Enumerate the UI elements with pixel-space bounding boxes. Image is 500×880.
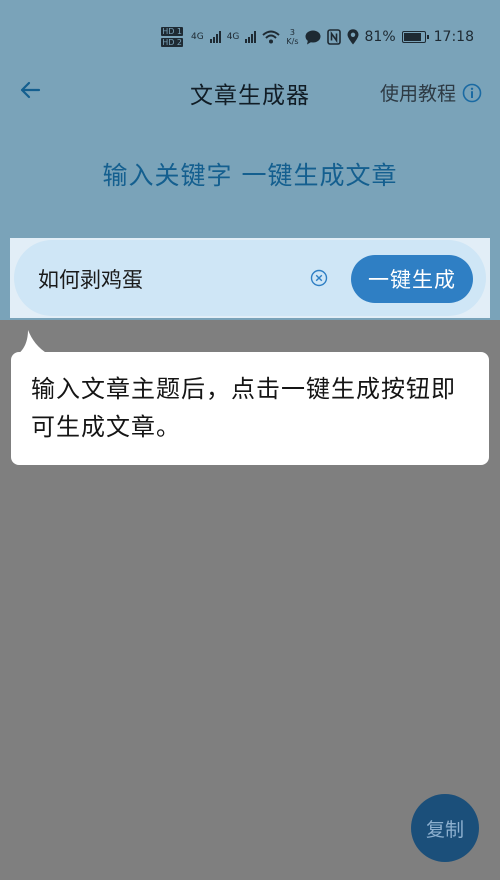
tutorial-link[interactable]: 使用教程 [380, 79, 482, 106]
info-icon [462, 83, 482, 102]
battery-icon [401, 31, 429, 43]
status-bar: HD 1 HD 2 4G 4G 3 K/s 81% 17:18 [0, 0, 500, 74]
nfc-icon [326, 29, 341, 45]
app-header: 文章生成器 使用教程 [0, 70, 500, 110]
location-icon [347, 29, 359, 45]
tooltip-tail [18, 330, 48, 354]
generate-button[interactable]: 一键生成 [351, 255, 473, 303]
hd1-badge: HD 1 [161, 27, 183, 36]
net-speed: 3 K/s [286, 28, 298, 46]
battery-percent: 81% [364, 29, 396, 45]
keyword-input[interactable] [36, 260, 300, 298]
hd-indicators: HD 1 HD 2 [161, 27, 183, 47]
tooltip-text: 输入文章主题后，点击一键生成按钮即可生成文章。 [31, 375, 456, 441]
search-bar: 一键生成 [14, 240, 486, 316]
wifi-icon [262, 30, 281, 44]
status-icons: HD 1 HD 2 4G 4G 3 K/s 81% 17:18 [161, 24, 474, 50]
copy-button[interactable]: 复制 [411, 794, 479, 862]
message-icon [305, 30, 321, 44]
hd2-badge: HD 2 [161, 38, 183, 47]
clear-icon[interactable] [310, 269, 328, 287]
signal-icon [209, 31, 221, 43]
page-subtitle: 输入关键字 一键生成文章 [102, 161, 398, 190]
guide-tooltip: 输入文章主题后，点击一键生成按钮即可生成文章。 [11, 352, 489, 465]
net-speed-unit: K/s [286, 37, 299, 46]
sim1-network-label: 4G [191, 31, 204, 42]
tutorial-label: 使用教程 [379, 83, 456, 105]
sim2-network-label: 4G [226, 31, 240, 42]
net-speed-value: 3 [289, 28, 295, 37]
signal-icon [245, 31, 257, 43]
clock: 17:18 [433, 29, 474, 45]
